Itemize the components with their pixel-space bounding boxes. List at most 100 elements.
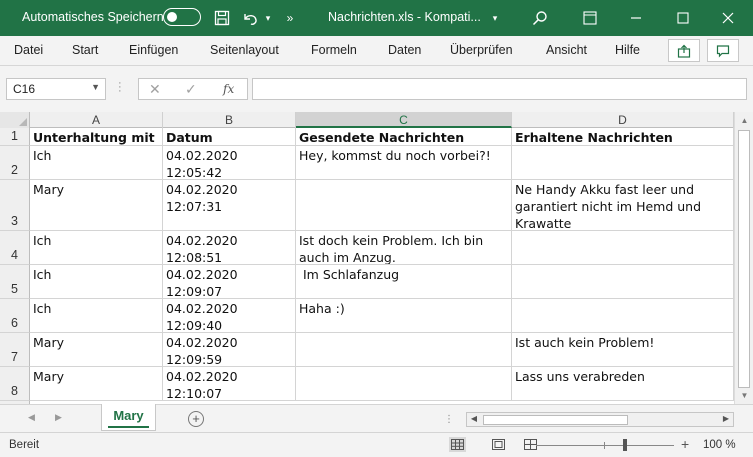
tab-ansicht[interactable]: Ansicht: [546, 43, 587, 57]
cell-c3[interactable]: [296, 180, 512, 231]
add-sheet-icon[interactable]: +: [188, 411, 204, 427]
cell-d3[interactable]: Ne Handy Akku fast leer und garantiert n…: [512, 180, 734, 231]
cell-b5[interactable]: 04.02.2020 12:09:07: [163, 265, 296, 299]
search-icon[interactable]: [530, 8, 550, 28]
horizontal-scrollbar[interactable]: ◀ ▶: [466, 412, 734, 427]
ribbon-display-options-icon[interactable]: [580, 8, 600, 28]
row-header[interactable]: 5: [0, 265, 30, 299]
title-dropdown-icon[interactable]: ▾: [485, 8, 505, 28]
cell-a7[interactable]: Mary: [30, 333, 163, 367]
cell-c1[interactable]: Gesendete Nachrichten: [296, 128, 512, 146]
tab-hilfe[interactable]: Hilfe: [615, 43, 640, 57]
cell-b1[interactable]: Datum: [163, 128, 296, 146]
cell-a2[interactable]: Ich: [30, 146, 163, 180]
cancel-icon[interactable]: ✕: [149, 81, 161, 98]
undo-dropdown-icon[interactable]: ▾: [258, 8, 278, 28]
row-header[interactable]: 1: [0, 128, 30, 146]
normal-view-button[interactable]: [449, 437, 466, 452]
more-commands-icon[interactable]: »: [280, 8, 300, 28]
next-sheet-icon[interactable]: ▶: [55, 412, 62, 423]
splitter-dots-icon[interactable]: ⋮: [444, 414, 455, 425]
scrollbar-thumb[interactable]: [738, 130, 750, 388]
column-header-b[interactable]: B: [163, 112, 296, 128]
cell-d4[interactable]: [512, 231, 734, 265]
cell-b3[interactable]: 04.02.2020 12:07:31: [163, 180, 296, 231]
cell-c6[interactable]: Haha :): [296, 299, 512, 333]
maximize-icon[interactable]: [673, 8, 693, 28]
name-box-value: C16: [13, 82, 36, 96]
tab-formeln[interactable]: Formeln: [311, 43, 357, 57]
zoom-slider-thumb[interactable]: [623, 439, 627, 451]
scroll-left-icon[interactable]: ◀: [468, 414, 480, 423]
cell-b7[interactable]: 04.02.2020 12:09:59: [163, 333, 296, 367]
chevron-down-icon[interactable]: ▼: [91, 82, 100, 92]
zoom-in-icon[interactable]: +: [681, 436, 689, 452]
formula-buttons: ✕ ✓ fx: [138, 78, 248, 100]
column-header-c[interactable]: C: [296, 112, 512, 128]
scroll-up-icon[interactable]: ▲: [736, 113, 753, 129]
cell-c4[interactable]: Ist doch kein Problem. Ich bin auch im A…: [296, 231, 512, 265]
page-layout-view-button[interactable]: [490, 437, 507, 452]
sheet-tab-mary[interactable]: Mary: [101, 404, 156, 431]
row-header[interactable]: 3: [0, 180, 30, 231]
cell-d1[interactable]: Erhaltene Nachrichten: [512, 128, 734, 146]
row-header[interactable]: 2: [0, 146, 30, 180]
cell-c7[interactable]: [296, 333, 512, 367]
tab-daten[interactable]: Daten: [388, 43, 421, 57]
insert-function-icon[interactable]: fx: [223, 82, 234, 96]
cell-d8[interactable]: Lass uns verabreden: [512, 367, 734, 401]
row-header[interactable]: 4: [0, 231, 30, 265]
share-icon: [677, 44, 691, 58]
select-all-corner[interactable]: [0, 112, 30, 128]
splitter-dots-icon[interactable]: · · ·: [118, 78, 122, 97]
save-icon[interactable]: [212, 8, 232, 28]
column-header-d[interactable]: D: [512, 112, 734, 128]
ribbon-tabs: Datei Start Einfügen Seitenlayout Formel…: [0, 36, 753, 66]
scroll-down-icon[interactable]: ▼: [736, 388, 753, 404]
vertical-scrollbar[interactable]: ▲ ▼: [734, 112, 753, 404]
cell-b2[interactable]: 04.02.2020 12:05:42: [163, 146, 296, 180]
grid-view-icon: [451, 439, 464, 450]
cell-a8[interactable]: Mary: [30, 367, 163, 401]
status-bar: Bereit − + 100 %: [0, 432, 753, 457]
cell-a3[interactable]: Mary: [30, 180, 163, 231]
scroll-right-icon[interactable]: ▶: [720, 414, 732, 423]
horizontal-scrollbar-thumb[interactable]: [483, 415, 628, 425]
enter-icon[interactable]: ✓: [185, 81, 197, 98]
row-header[interactable]: 6: [0, 299, 30, 333]
cell-b6[interactable]: 04.02.2020 12:09:40: [163, 299, 296, 333]
undo-icon[interactable]: [240, 8, 260, 28]
zoom-level[interactable]: 100 %: [703, 439, 736, 451]
row-header[interactable]: 7: [0, 333, 30, 367]
tab-start[interactable]: Start: [72, 43, 98, 57]
cell-c2[interactable]: Hey, kommst du noch vorbei?!: [296, 146, 512, 180]
minimize-icon[interactable]: [626, 8, 646, 28]
comments-button[interactable]: [707, 39, 739, 62]
close-icon[interactable]: [718, 8, 738, 28]
zoom-slider[interactable]: [536, 445, 674, 446]
cell-d2[interactable]: [512, 146, 734, 180]
cell-a4[interactable]: Ich: [30, 231, 163, 265]
cell-a6[interactable]: Ich: [30, 299, 163, 333]
prev-sheet-icon[interactable]: ◀: [28, 412, 35, 423]
cell-b8[interactable]: 04.02.2020 12:10:07: [163, 367, 296, 401]
autosave-toggle[interactable]: [163, 8, 201, 26]
formula-input[interactable]: [252, 78, 747, 100]
tab-datei[interactable]: Datei: [14, 43, 43, 57]
cell-c8[interactable]: [296, 367, 512, 401]
row-header[interactable]: 8: [0, 367, 30, 401]
column-header-a[interactable]: A: [30, 112, 163, 128]
tab-ueberpruefen[interactable]: Überprüfen: [450, 43, 513, 57]
tab-seitenlayout[interactable]: Seitenlayout: [210, 43, 279, 57]
cell-b4[interactable]: 04.02.2020 12:08:51: [163, 231, 296, 265]
cell-d6[interactable]: [512, 299, 734, 333]
share-button[interactable]: [668, 39, 700, 62]
cell-c5[interactable]: Im Schlafanzug: [296, 265, 512, 299]
cell-a1[interactable]: Unterhaltung mit: [30, 128, 163, 146]
tab-einfuegen[interactable]: Einfügen: [129, 43, 178, 57]
name-box[interactable]: C16 ▼: [6, 78, 106, 100]
zoom-out-icon[interactable]: −: [526, 436, 534, 452]
cell-d7[interactable]: Ist auch kein Problem!: [512, 333, 734, 367]
cell-a5[interactable]: Ich: [30, 265, 163, 299]
cell-d5[interactable]: [512, 265, 734, 299]
